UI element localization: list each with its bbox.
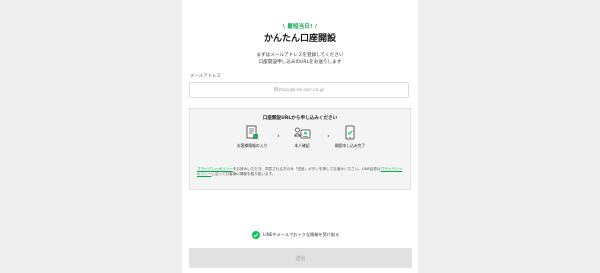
- signup-panel: \ 最短当日! / かんたん口座開設 まずはメールアドレスを登録してください 口…: [182, 0, 418, 273]
- marketing-optin[interactable]: LINEやメールでおトクな情報を受け取る: [252, 230, 339, 239]
- flow-step-label: お客様情報の入力: [236, 143, 268, 148]
- check-icon[interactable]: [252, 230, 260, 239]
- submit-button[interactable]: 送信: [189, 248, 412, 268]
- privacy-policy-link[interactable]: プライバシーポリシー: [197, 167, 233, 171]
- privacy-notice: プライバシーポリシーをお読みいただき、同意される方のみ「送信」ボタンを押してお進…: [197, 167, 403, 178]
- privacy-notice-text: をお読みいただき、同意される方のみ「送信」ボタンを押してお進みください。LINE…: [232, 167, 381, 171]
- subtitle-line-2: 口座開設申し込みのURLをお送りします: [258, 60, 342, 65]
- email-label: メールアドレス: [190, 74, 221, 79]
- optin-label: LINEやメールでおトクな情報を受け取る: [263, 231, 340, 237]
- page-title: かんたん口座開設: [263, 34, 336, 44]
- flow-step-label: 本人確認: [294, 143, 310, 148]
- phone-check-icon: [345, 125, 355, 140]
- document-input-icon: [246, 125, 258, 139]
- flow-step-id-verification: 本人確認: [282, 125, 322, 148]
- flow-step-customer-info: お客様情報の入力: [232, 125, 272, 148]
- privacy-notice-text: に沿ってお客様の情報を取り扱います。: [211, 172, 276, 177]
- flow-step-application-complete: 開設申し込み完了: [330, 125, 370, 148]
- application-flow-box: 口座開設URLから申し込みください お客様情報の入力 › 本人確認 › 開設申し…: [189, 108, 411, 190]
- badge-shortest-same-day: \ 最短当日! /: [282, 24, 318, 30]
- flow-title: 口座開設URLから申し込みください: [262, 116, 338, 121]
- email-field[interactable]: [189, 82, 409, 98]
- flow-step-label: 開設申し込み完了: [334, 143, 366, 148]
- chevron-right-icon: ›: [277, 132, 280, 140]
- subtitle-line-1: まずはメールアドレスを登録してください: [256, 53, 344, 58]
- id-card-icon: [293, 127, 311, 139]
